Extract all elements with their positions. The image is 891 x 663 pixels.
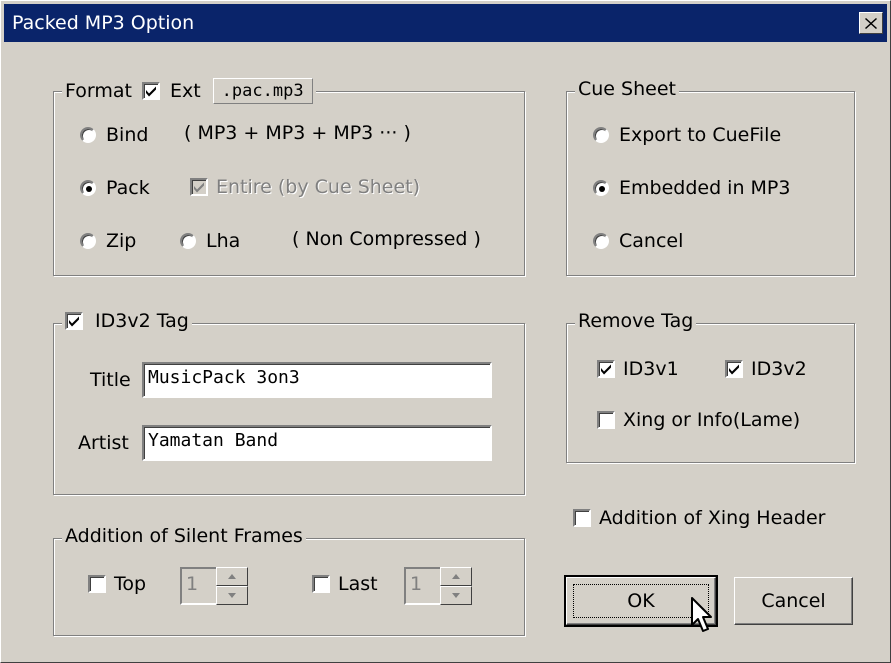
xing-header-option[interactable]: Addition of Xing Header <box>573 507 825 529</box>
entire-checkbox <box>190 178 208 196</box>
remove-id3v2-label: ID3v2 <box>751 358 807 380</box>
format-group: Format Ext .pac.mp3 Bind ( MP3 + MP3 + M… <box>53 78 525 276</box>
remove-tag-legend: Remove Tag <box>575 310 697 332</box>
lha-radio[interactable] <box>180 233 196 249</box>
checkmark-icon <box>729 364 739 375</box>
close-icon <box>865 17 877 29</box>
remove-xing-label: Xing or Info(Lame) <box>623 409 801 431</box>
last-spinner[interactable]: 1 <box>404 567 472 605</box>
cue-cancel-label: Cancel <box>619 230 684 252</box>
format-legend: Format Ext .pac.mp3 <box>62 78 316 104</box>
remove-id3v2-checkbox[interactable] <box>725 360 743 378</box>
checkmark-icon <box>145 86 156 97</box>
window-title: Packed MP3 Option <box>12 12 195 34</box>
non-compressed-note: ( Non Compressed ) <box>292 228 481 250</box>
lha-option[interactable]: Lha <box>180 230 240 252</box>
ext-field[interactable]: .pac.mp3 <box>212 78 313 104</box>
remove-id3v1-checkbox[interactable] <box>597 360 615 378</box>
top-spin-up[interactable] <box>216 567 248 586</box>
cue-export-radio[interactable] <box>593 127 609 143</box>
cancel-button-label: Cancel <box>761 590 826 612</box>
artist-input[interactable]: Yamatan Band <box>142 425 492 461</box>
pack-radio[interactable] <box>80 180 96 196</box>
bind-description: ( MP3 + MP3 + MP3 ··· ) <box>184 122 411 144</box>
remove-id3v1-label: ID3v1 <box>623 358 679 380</box>
checkmark-icon <box>601 364 611 375</box>
cue-sheet-group: Cue Sheet Export to CueFile Embedded in … <box>566 78 855 276</box>
last-spin-up[interactable] <box>440 567 472 586</box>
last-spinner-value[interactable]: 1 <box>404 567 440 605</box>
arrow-down-icon <box>452 593 460 598</box>
xing-header-checkbox[interactable] <box>573 509 591 527</box>
top-spinner-value[interactable]: 1 <box>180 567 216 605</box>
top-spinner[interactable]: 1 <box>180 567 248 605</box>
close-button[interactable] <box>859 12 883 34</box>
arrow-down-icon <box>228 593 236 598</box>
pack-label: Pack <box>106 177 150 199</box>
silent-frames-legend: Addition of Silent Frames <box>62 525 306 547</box>
arrow-up-icon <box>452 574 460 579</box>
xing-header-label: Addition of Xing Header <box>599 507 826 529</box>
format-label: Format <box>65 80 132 102</box>
checkmark-icon <box>194 182 204 193</box>
last-label: Last <box>338 573 378 595</box>
cancel-button[interactable]: Cancel <box>734 577 853 625</box>
cue-embedded-option[interactable]: Embedded in MP3 <box>593 177 790 199</box>
zip-radio[interactable] <box>80 233 96 249</box>
cue-export-label: Export to CueFile <box>619 124 782 146</box>
top-option[interactable]: Top <box>88 573 146 595</box>
cue-export-option[interactable]: Export to CueFile <box>593 124 781 146</box>
ext-label: Ext <box>169 80 201 102</box>
arrow-up-icon <box>228 574 236 579</box>
mouse-pointer-icon <box>691 597 712 632</box>
entire-label: Entire (by Cue Sheet) <box>216 176 421 198</box>
cue-cancel-option[interactable]: Cancel <box>593 230 683 252</box>
entire-option: Entire (by Cue Sheet) <box>190 176 420 198</box>
id3v2-legend[interactable]: ID3v2 Tag <box>62 310 192 332</box>
id3v2-tag-checkbox[interactable] <box>65 312 83 330</box>
ext-checkbox[interactable] <box>141 82 160 100</box>
top-label: Top <box>114 573 147 595</box>
title-label: Title <box>90 369 131 391</box>
top-spin-down[interactable] <box>216 586 248 605</box>
dialog-window: Packed MP3 Option Format Ext .pac.mp3 Bi… <box>0 0 891 663</box>
remove-xing-option[interactable]: Xing or Info(Lame) <box>597 409 800 431</box>
zip-label: Zip <box>106 230 137 252</box>
zip-option[interactable]: Zip <box>80 230 136 252</box>
top-checkbox[interactable] <box>88 575 106 593</box>
last-checkbox[interactable] <box>312 575 330 593</box>
id3v2-group: ID3v2 Tag Title MusicPack 3on3 Artist Ya… <box>53 310 525 495</box>
silent-frames-group: Addition of Silent Frames Top 1 Last 1 <box>53 525 525 636</box>
cue-cancel-radio[interactable] <box>593 233 609 249</box>
bind-radio[interactable] <box>80 127 96 143</box>
title-input[interactable]: MusicPack 3on3 <box>142 362 492 398</box>
remove-id3v2-option[interactable]: ID3v2 <box>725 358 807 380</box>
bind-label: Bind <box>106 124 149 146</box>
remove-id3v1-option[interactable]: ID3v1 <box>597 358 679 380</box>
lha-label: Lha <box>206 230 241 252</box>
id3v2-tag-label: ID3v2 Tag <box>95 310 189 332</box>
cue-embedded-radio[interactable] <box>593 180 609 196</box>
cue-embedded-label: Embedded in MP3 <box>619 177 791 199</box>
last-option[interactable]: Last <box>312 573 378 595</box>
title-bar[interactable]: Packed MP3 Option <box>4 4 887 42</box>
remove-xing-checkbox[interactable] <box>597 411 615 429</box>
bind-option[interactable]: Bind <box>80 124 148 146</box>
checkmark-icon <box>69 316 79 327</box>
artist-label: Artist <box>78 432 129 454</box>
remove-tag-group: Remove Tag ID3v1 ID3v2 Xing or Info(Lame… <box>566 310 855 463</box>
last-spin-down[interactable] <box>440 586 472 605</box>
cue-sheet-legend: Cue Sheet <box>575 78 679 100</box>
pack-option[interactable]: Pack <box>80 177 150 199</box>
focus-rect <box>573 584 709 618</box>
